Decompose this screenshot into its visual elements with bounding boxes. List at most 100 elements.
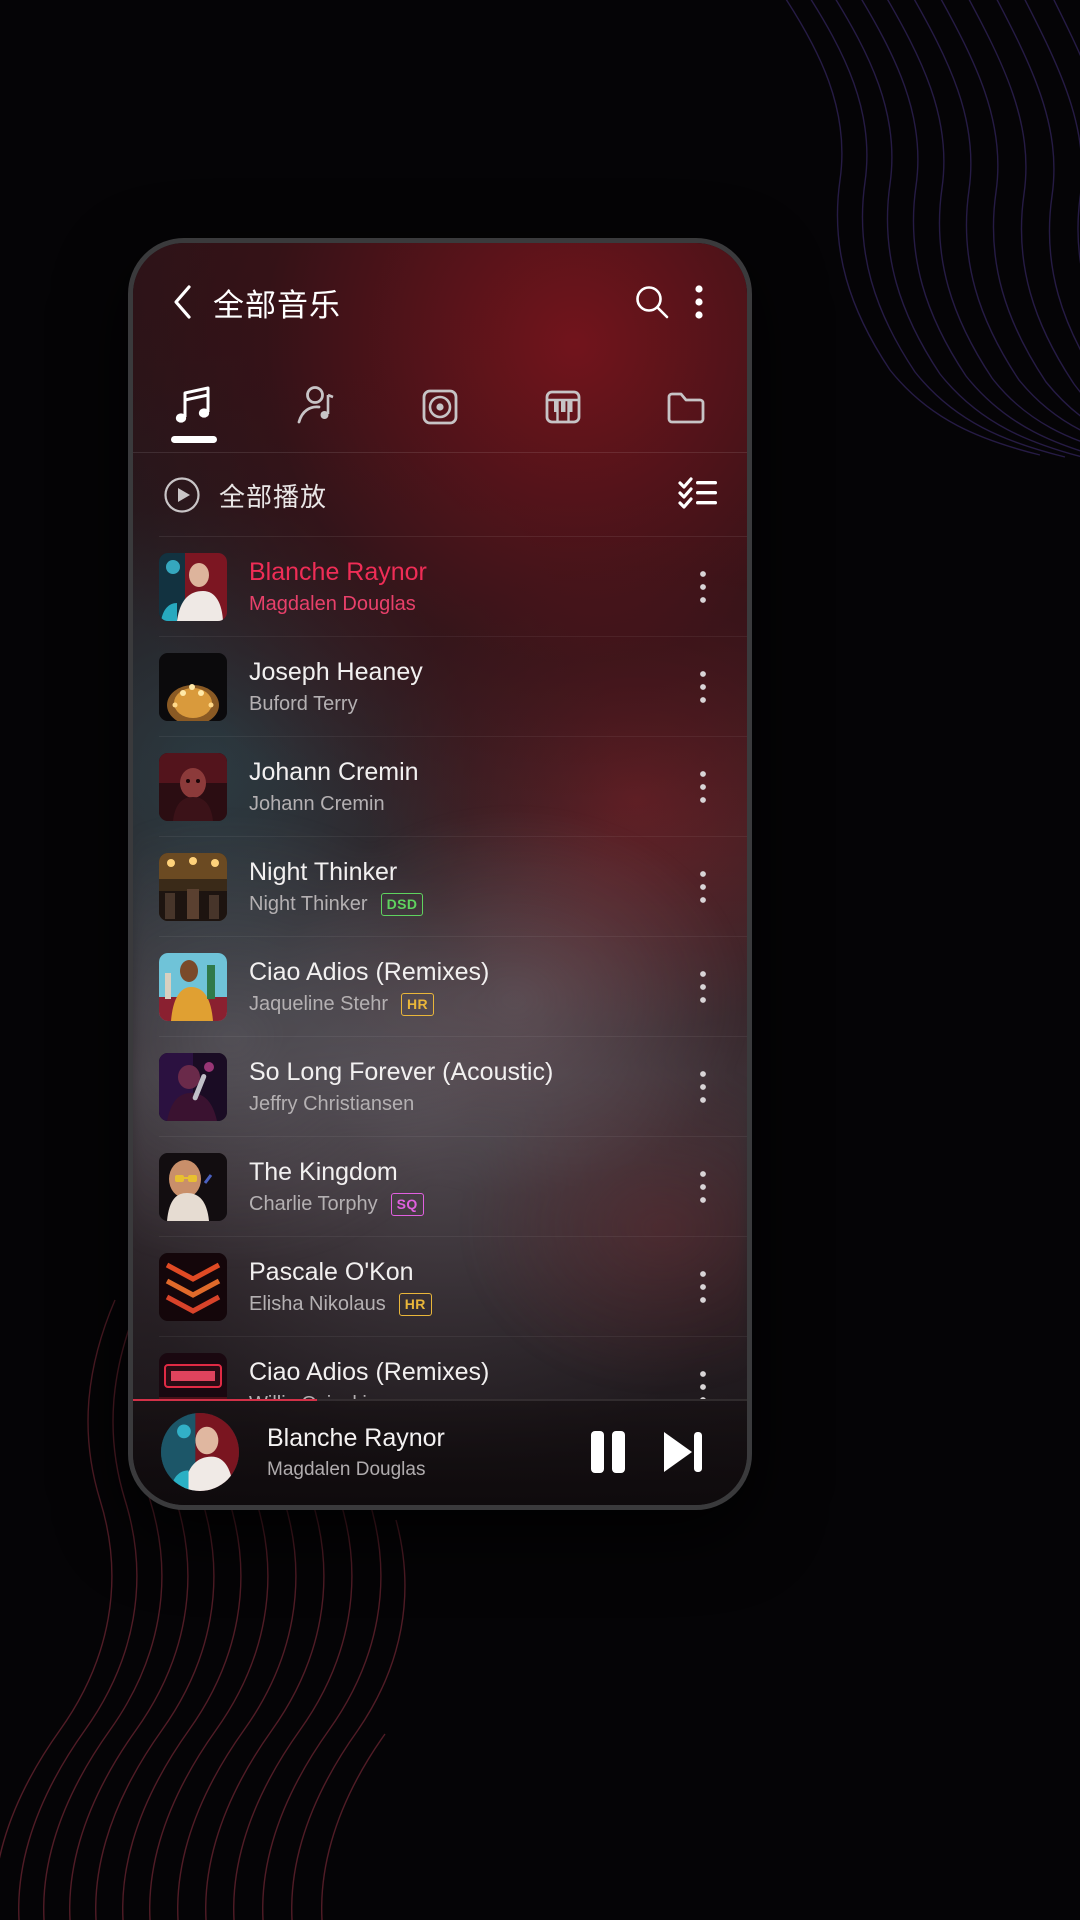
now-playing-artist: Magdalen Douglas bbox=[267, 1458, 426, 1480]
track-cover-art bbox=[159, 653, 227, 721]
overflow-menu-icon bbox=[700, 771, 706, 803]
track-meta: The Kingdom Charlie Torphy SQ bbox=[249, 1158, 679, 1217]
folder-icon bbox=[667, 392, 704, 424]
track-artist-line: Jeffry Christiansen bbox=[249, 1092, 679, 1116]
overflow-menu-icon bbox=[695, 285, 703, 319]
track-meta: Ciao Adios (Remixes) Jaqueline Stehr HR bbox=[249, 958, 679, 1017]
play-all-button[interactable]: 全部播放 bbox=[163, 476, 677, 514]
tab-folders[interactable] bbox=[624, 361, 747, 453]
track-artist: Magdalen Douglas bbox=[249, 593, 416, 616]
track-meta: So Long Forever (Acoustic) Jeffry Christi… bbox=[249, 1058, 679, 1117]
album-disc-icon bbox=[422, 389, 458, 425]
playback-progress-fill bbox=[133, 1399, 318, 1401]
quality-badge-sq: SQ bbox=[390, 1192, 424, 1216]
track-overflow-button[interactable] bbox=[679, 970, 727, 1004]
track-cover-art bbox=[159, 1353, 227, 1399]
now-playing-meta: Blanche Raynor Magdalen Douglas bbox=[267, 1424, 571, 1481]
track-title: Pascale O'Kon bbox=[249, 1257, 414, 1286]
overflow-menu-button[interactable] bbox=[679, 275, 719, 329]
track-meta: Blanche Raynor Magdalen Douglas bbox=[249, 558, 679, 617]
track-overflow-button[interactable] bbox=[679, 1170, 727, 1204]
tab-artists[interactable] bbox=[256, 361, 379, 453]
track-artist: Jaqueline Stehr bbox=[249, 993, 388, 1016]
cover-art-image bbox=[159, 1353, 227, 1399]
avatar bbox=[161, 1413, 239, 1491]
track-meta: Night Thinker Night Thinker DSD bbox=[249, 858, 679, 917]
track-overflow-button[interactable] bbox=[679, 1270, 727, 1304]
cover-art-image bbox=[159, 1053, 227, 1121]
track-row[interactable]: The Kingdom Charlie Torphy SQ bbox=[133, 1137, 747, 1237]
next-track-icon bbox=[664, 1432, 702, 1472]
track-row[interactable]: Ciao Adios (Remixes) Jaqueline Stehr HR bbox=[133, 937, 747, 1037]
playback-progress-bar[interactable] bbox=[133, 1399, 747, 1401]
track-artist: Johann Cremin bbox=[249, 793, 385, 816]
track-row[interactable]: Night Thinker Night Thinker DSD bbox=[133, 837, 747, 937]
track-overflow-button[interactable] bbox=[679, 570, 727, 604]
piano-icon bbox=[545, 390, 581, 424]
track-title: Johann Cremin bbox=[249, 757, 419, 786]
overflow-menu-icon bbox=[700, 871, 706, 903]
track-artist: Jeffry Christiansen bbox=[249, 1093, 415, 1116]
play-all-row: 全部播放 bbox=[133, 453, 747, 537]
quality-badge-hr: HR bbox=[398, 1292, 432, 1316]
mini-player[interactable]: Blanche Raynor Magdalen Douglas bbox=[133, 1399, 747, 1505]
cover-art-image bbox=[159, 953, 227, 1021]
pause-button[interactable] bbox=[571, 1415, 645, 1489]
play-all-label: 全部播放 bbox=[219, 481, 328, 512]
track-cover-art bbox=[159, 1153, 227, 1221]
track-meta: Ciao Adios (Remixes) Willis Osinski bbox=[249, 1358, 679, 1399]
tab-active-indicator bbox=[171, 436, 218, 443]
track-artist-line: Jaqueline Stehr HR bbox=[249, 992, 679, 1016]
cover-art-image bbox=[159, 553, 227, 621]
tab-instruments[interactable] bbox=[501, 361, 624, 453]
track-overflow-button[interactable] bbox=[679, 670, 727, 704]
multiselect-button[interactable] bbox=[677, 474, 719, 517]
track-artist-line: Buford Terry bbox=[249, 692, 679, 716]
phone-frame: 全部音乐 全部播放 Blanche Raynor Magdalen Dougla… bbox=[128, 238, 752, 1510]
next-track-button[interactable] bbox=[645, 1415, 719, 1489]
cover-art-image bbox=[159, 1253, 227, 1321]
track-row[interactable]: Joseph Heaney Buford Terry bbox=[133, 637, 747, 737]
pause-icon bbox=[591, 1431, 625, 1473]
tab-songs[interactable] bbox=[133, 361, 256, 453]
track-title: So Long Forever (Acoustic) bbox=[249, 1057, 554, 1086]
overflow-menu-icon bbox=[700, 1071, 706, 1103]
track-artist-line: Johann Cremin bbox=[249, 792, 679, 816]
now-playing-cover-art bbox=[161, 1413, 239, 1491]
track-artist-line: Night Thinker DSD bbox=[249, 892, 679, 916]
track-artist: Charlie Torphy bbox=[249, 1193, 378, 1216]
track-row[interactable]: So Long Forever (Acoustic) Jeffry Christi… bbox=[133, 1037, 747, 1137]
track-row[interactable]: Pascale O'Kon Elisha Nikolaus HR bbox=[133, 1237, 747, 1337]
back-button[interactable] bbox=[159, 279, 205, 325]
tab-albums[interactable] bbox=[379, 361, 502, 453]
track-overflow-button[interactable] bbox=[679, 870, 727, 904]
overflow-menu-icon bbox=[700, 971, 706, 1003]
track-overflow-button[interactable] bbox=[679, 1370, 727, 1399]
track-row[interactable]: Blanche Raynor Magdalen Douglas bbox=[133, 537, 747, 637]
cover-art-image bbox=[159, 1153, 227, 1221]
track-row[interactable]: Johann Cremin Johann Cremin bbox=[133, 737, 747, 837]
track-meta: Joseph Heaney Buford Terry bbox=[249, 658, 679, 717]
track-row[interactable]: Ciao Adios (Remixes) Willis Osinski bbox=[133, 1337, 747, 1399]
overflow-menu-icon bbox=[700, 1371, 706, 1399]
cover-art-image bbox=[159, 753, 227, 821]
track-artist-line: Elisha Nikolaus HR bbox=[249, 1292, 679, 1316]
quality-badge-hr: HR bbox=[400, 992, 435, 1016]
track-title: Ciao Adios (Remixes) bbox=[249, 957, 490, 986]
app-header: 全部音乐 bbox=[133, 243, 747, 361]
music-note-icon bbox=[176, 386, 210, 423]
chevron-left-icon bbox=[174, 285, 191, 319]
track-overflow-button[interactable] bbox=[679, 770, 727, 804]
track-artist: Elisha Nikolaus bbox=[249, 1293, 386, 1316]
phone-screen: 全部音乐 全部播放 Blanche Raynor Magdalen Dougla… bbox=[133, 243, 747, 1505]
cover-art-image bbox=[159, 853, 227, 921]
track-cover-art bbox=[159, 1053, 227, 1121]
artist-icon bbox=[297, 386, 334, 424]
track-cover-art bbox=[159, 1253, 227, 1321]
track-list[interactable]: Blanche Raynor Magdalen Douglas Joseph Hea… bbox=[133, 537, 747, 1399]
search-button[interactable] bbox=[625, 275, 679, 329]
track-artist: Buford Terry bbox=[249, 693, 358, 716]
tab-bar bbox=[133, 361, 747, 453]
track-overflow-button[interactable] bbox=[679, 1070, 727, 1104]
track-cover-art bbox=[159, 553, 227, 621]
